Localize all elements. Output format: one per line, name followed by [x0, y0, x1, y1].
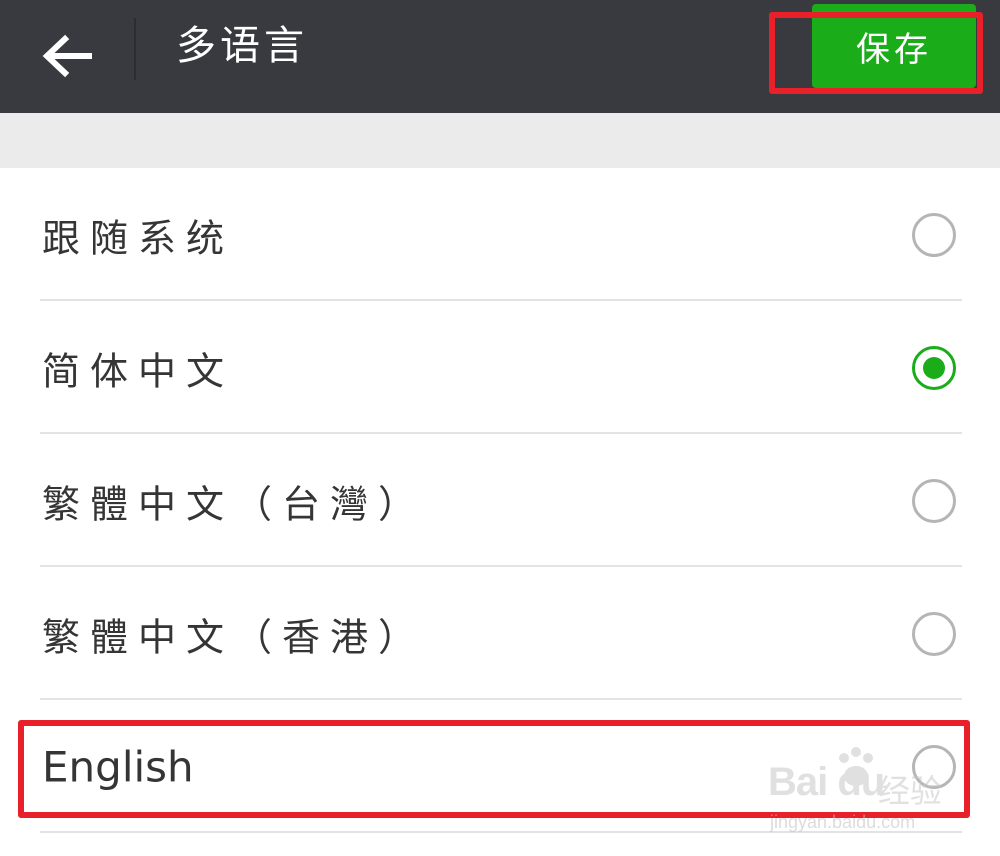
language-option-simplified-chinese[interactable]: 简体中文	[0, 301, 1000, 434]
radio-button[interactable]	[912, 212, 956, 257]
language-label: 简体中文	[42, 349, 235, 393]
top-bar: 多语言 保存	[0, 0, 1000, 113]
language-option-traditional-chinese-taiwan[interactable]: 繁體中文（台灣）	[0, 434, 1000, 567]
back-button[interactable]	[22, 16, 112, 96]
language-option-traditional-chinese-hongkong[interactable]: 繁體中文（香港）	[0, 567, 1000, 700]
language-label: 繁體中文（香港）	[42, 615, 427, 659]
language-option-follow-system[interactable]: 跟随系统	[0, 168, 1000, 301]
watermark-url: jingyan.baidu.com	[770, 812, 916, 832]
header-divider	[134, 18, 136, 80]
watermark: Bai du 经验 jingyan.baidu.com	[758, 740, 978, 840]
page-title: 多语言	[176, 23, 308, 69]
highlight-box-save	[769, 12, 983, 94]
radio-button[interactable]	[912, 611, 956, 656]
language-label: 繁體中文（台灣）	[42, 482, 427, 526]
watermark-sub: 经验	[878, 772, 943, 810]
section-gap	[0, 113, 1000, 168]
language-label: 跟随系统	[42, 216, 235, 260]
arrow-left-icon	[42, 34, 92, 78]
radio-button[interactable]	[912, 478, 956, 523]
watermark-brand: Bai du	[768, 760, 885, 804]
radio-button-selected[interactable]	[912, 345, 956, 390]
